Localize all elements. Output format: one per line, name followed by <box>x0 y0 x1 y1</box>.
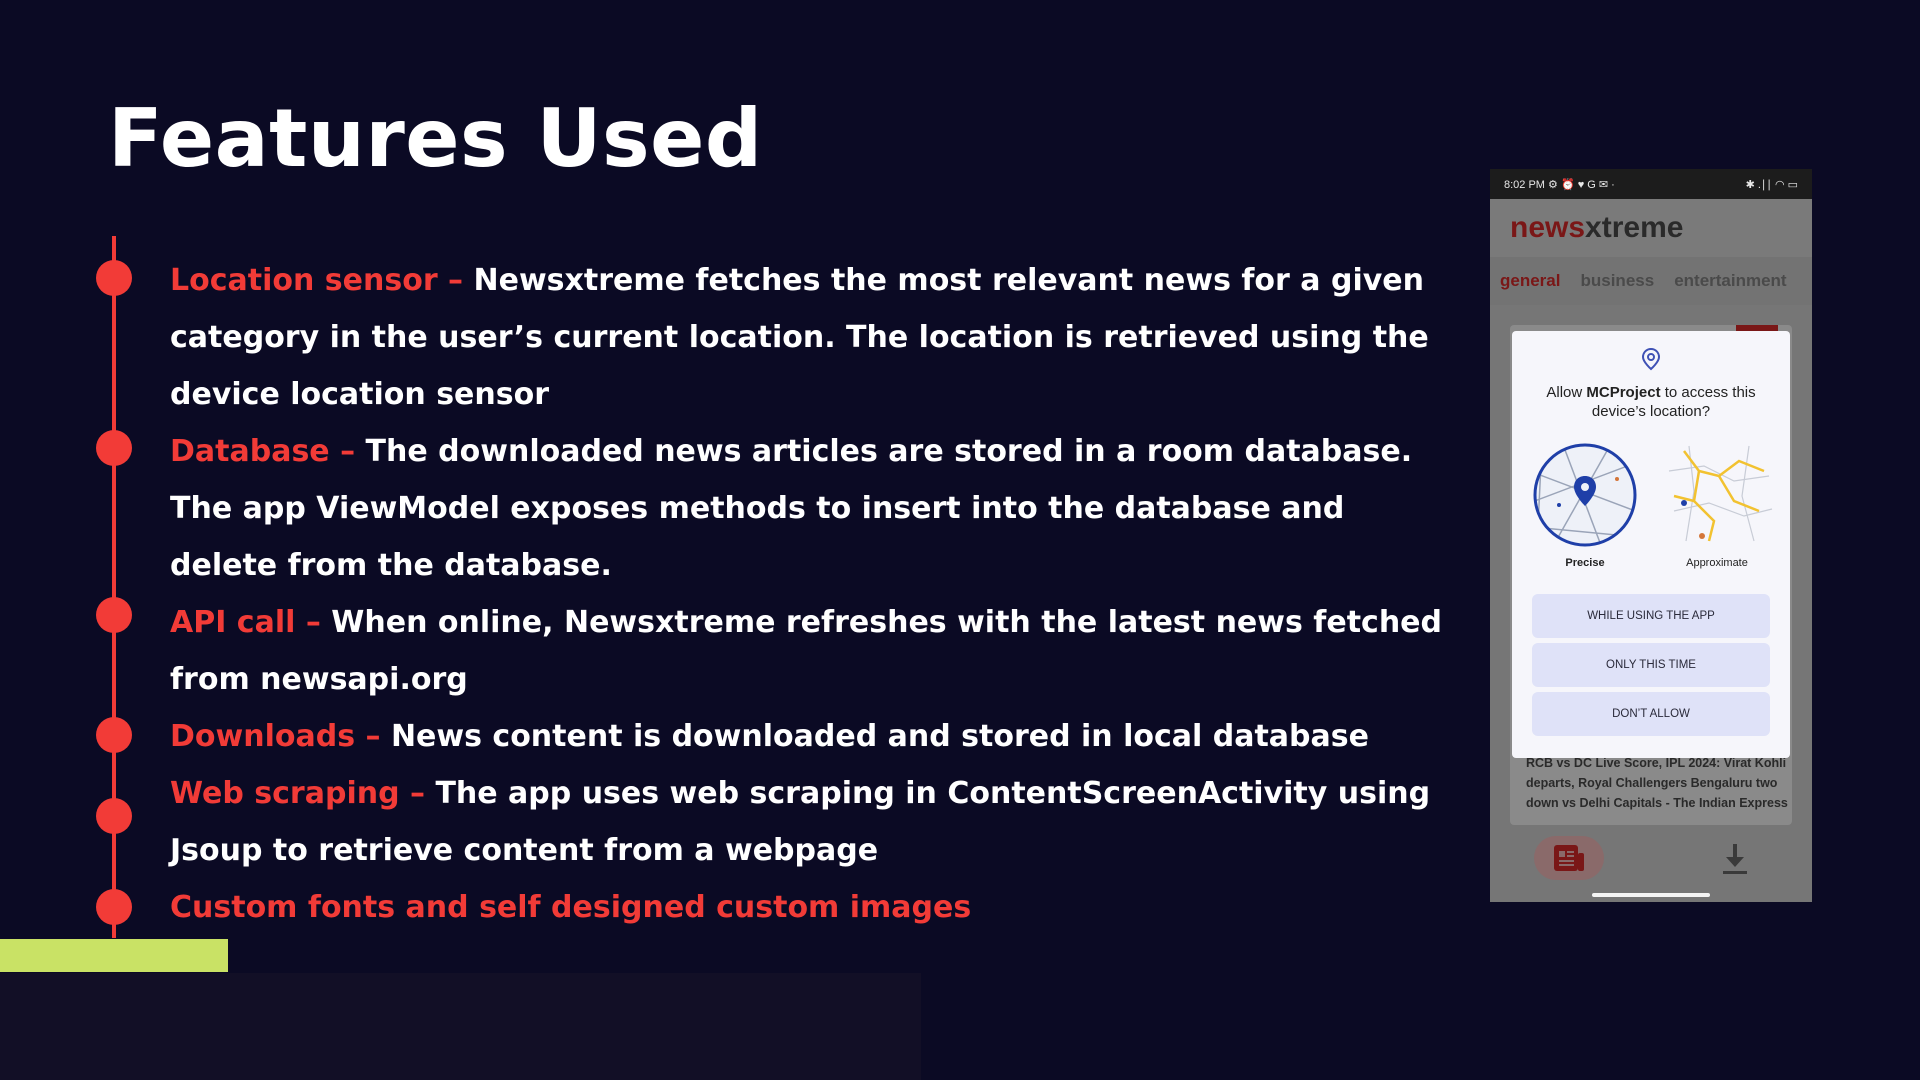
dialog-app-name: MCProject <box>1586 384 1661 401</box>
accent-bar <box>0 939 228 972</box>
status-icons-right: ✱ .∣∣ ◠ ▭ <box>1745 178 1798 191</box>
phone-screenshot: 8:02 PM ⚙ ⏰ ♥ G ✉ · ✱ .∣∣ ◠ ▭ news xtreme… <box>1490 169 1812 902</box>
timeline-dot <box>96 597 132 633</box>
brand-news: news <box>1510 211 1586 244</box>
category-tabs: general business entertainment <box>1490 257 1812 305</box>
feature-item: Custom fonts and self designed custom im… <box>170 879 1450 936</box>
feature-label: Downloads – <box>170 719 381 754</box>
location-pin-icon <box>1641 347 1661 371</box>
precise-label: Precise <box>1565 557 1605 569</box>
status-bar: 8:02 PM ⚙ ⏰ ♥ G ✉ · ✱ .∣∣ ◠ ▭ <box>1490 169 1812 199</box>
dialog-prefix: Allow <box>1546 384 1587 401</box>
status-icons-left: ⚙ ⏰ ♥ G ✉ · <box>1548 178 1615 191</box>
timeline-dot <box>96 889 132 925</box>
slide-title: Features Used <box>108 92 763 185</box>
newspaper-icon <box>1554 845 1584 871</box>
tab-entertainment[interactable]: entertainment <box>1674 271 1786 291</box>
timeline-dot <box>96 430 132 466</box>
precise-map-icon[interactable] <box>1532 442 1638 548</box>
feature-label: Location sensor – <box>170 263 464 298</box>
feature-label: Web scraping – <box>170 776 425 811</box>
feature-item: Location sensor – Newsxtreme fetches the… <box>170 252 1450 423</box>
while-using-app-button[interactable]: WHILE USING THE APP <box>1532 594 1770 638</box>
feature-label: Custom fonts and self designed custom im… <box>170 890 972 925</box>
feature-label: Database – <box>170 434 356 469</box>
bottom-nav <box>1490 832 1812 902</box>
feature-text: When online, Newsxtreme refreshes with t… <box>170 605 1442 697</box>
location-permission-dialog: Allow MCProject to access this device’s … <box>1512 331 1790 758</box>
tab-business[interactable]: business <box>1580 271 1654 291</box>
tab-general[interactable]: general <box>1500 271 1560 291</box>
feature-item: API call – When online, Newsxtreme refre… <box>170 594 1450 708</box>
news-headline[interactable]: RCB vs DC Live Score, IPL 2024: Virat Ko… <box>1526 753 1788 813</box>
timeline-dot <box>96 798 132 834</box>
approximate-label: Approximate <box>1686 557 1748 569</box>
timeline-dot <box>96 260 132 296</box>
decorative-block <box>0 973 921 1080</box>
feature-label: API call – <box>170 605 321 640</box>
feature-item: Web scraping – The app uses web scraping… <box>170 765 1450 879</box>
only-this-time-button[interactable]: ONLY THIS TIME <box>1532 643 1770 687</box>
status-time: 8:02 PM <box>1504 178 1545 191</box>
dont-allow-button[interactable]: DON’T ALLOW <box>1532 692 1770 736</box>
timeline-dot <box>96 717 132 753</box>
home-indicator[interactable] <box>1592 893 1710 897</box>
feature-list: Location sensor – Newsxtreme fetches the… <box>170 252 1450 936</box>
approximate-map-icon[interactable] <box>1664 441 1774 549</box>
nav-news-button[interactable] <box>1534 836 1604 880</box>
feature-item: Downloads – News content is downloaded a… <box>170 708 1450 765</box>
app-header: news xtreme <box>1490 199 1812 257</box>
download-icon <box>1723 844 1747 874</box>
status-left: 8:02 PM ⚙ ⏰ ♥ G ✉ · <box>1504 178 1615 191</box>
feature-text: The downloaded news articles are stored … <box>170 434 1413 583</box>
brand-xtreme: xtreme <box>1585 211 1684 244</box>
feature-item: Database – The downloaded news articles … <box>170 423 1450 594</box>
feature-text: News content is downloaded and stored in… <box>380 719 1369 754</box>
dialog-message: Allow MCProject to access this device’s … <box>1522 383 1780 421</box>
nav-download-button[interactable] <box>1720 842 1750 881</box>
